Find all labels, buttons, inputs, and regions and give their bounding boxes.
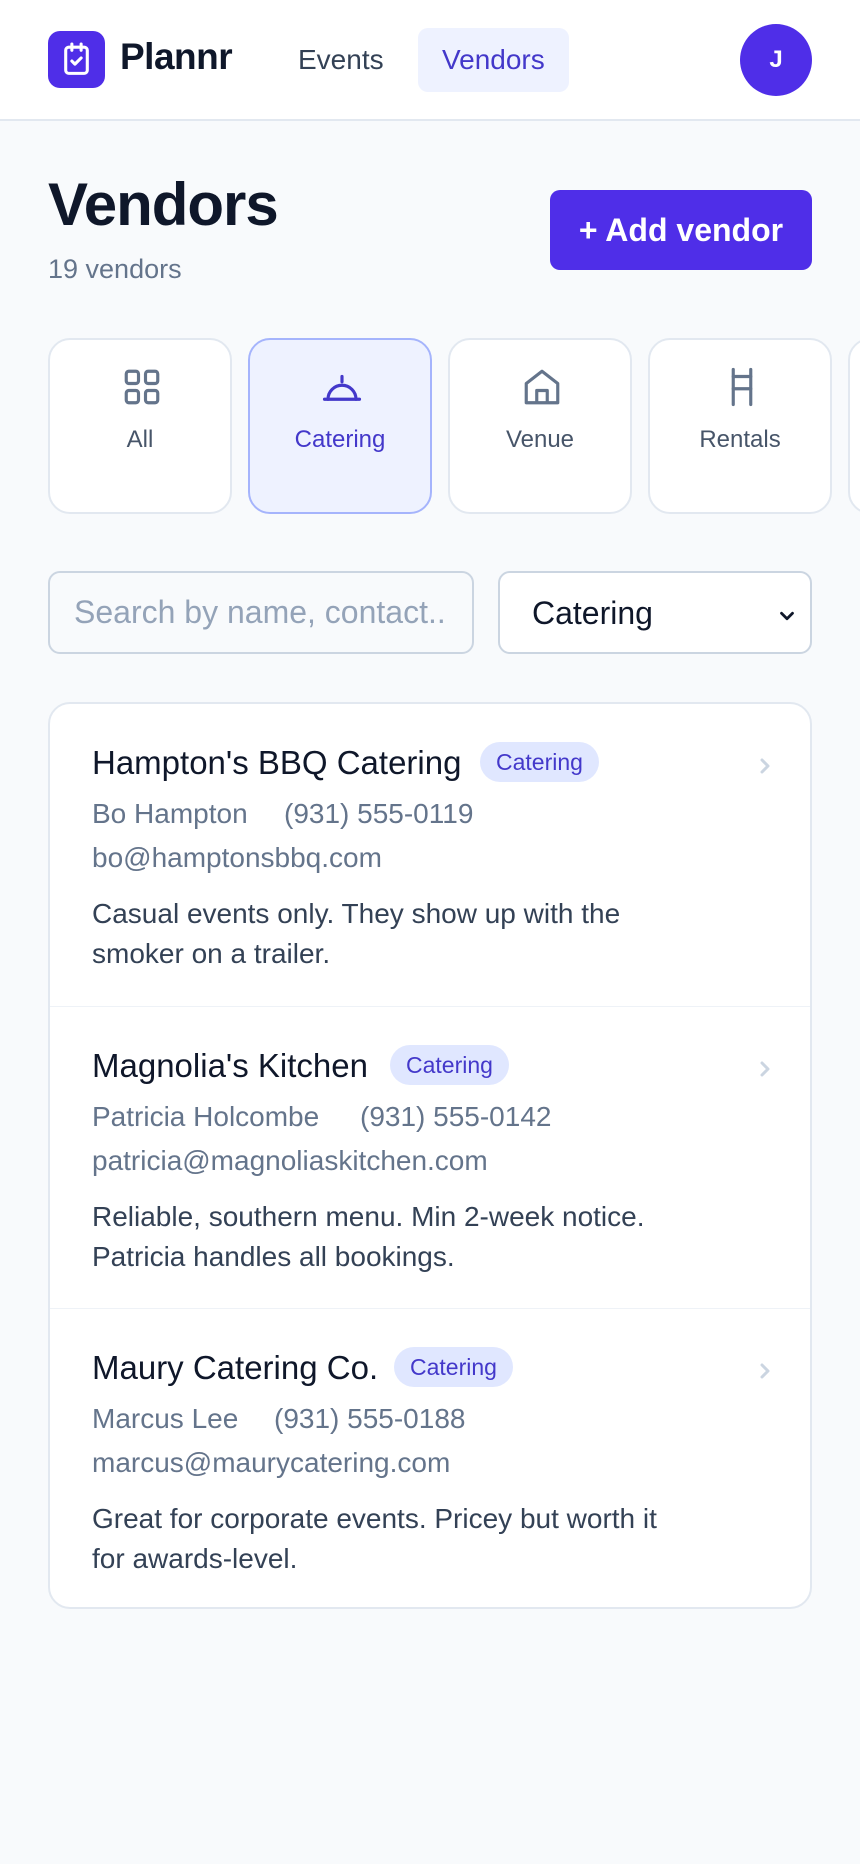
chevron-right-icon xyxy=(760,1061,770,1077)
vendor-note: Great for corporate events. Pricey but w… xyxy=(92,1503,657,1574)
category-select[interactable]: Catering xyxy=(498,571,812,654)
vendor-list: Hampton's BBQ Catering Catering Bo Hampt… xyxy=(48,702,812,1609)
category-badge: Catering xyxy=(480,742,599,782)
category-tabs: All Catering Venue Rentals xyxy=(0,338,860,514)
category-badge: Catering xyxy=(390,1045,509,1085)
vendor-row[interactable]: Magnolia's Kitchen Catering Patricia Hol… xyxy=(50,1006,810,1308)
vendor-email: bo@hamptonsbbq.com xyxy=(92,842,382,873)
category-badge: Catering xyxy=(394,1347,513,1387)
vendor-note: Casual events only. They show up with th… xyxy=(92,898,621,969)
vendor-phone: (931) 555-0119 xyxy=(284,798,474,829)
vendor-note: Reliable, southern menu. Min 2-week noti… xyxy=(92,1201,645,1272)
category-tab-catering[interactable]: Catering xyxy=(248,338,432,514)
category-tab-more[interactable] xyxy=(848,338,860,514)
house-icon xyxy=(524,369,560,405)
vendor-email: patricia@magnoliaskitchen.com xyxy=(92,1145,488,1176)
vendor-count: 19 vendors xyxy=(48,254,182,284)
brand-name: Plannr xyxy=(120,36,233,77)
category-tab-rentals[interactable]: Rentals xyxy=(648,338,832,514)
nav-vendors[interactable]: Vendors xyxy=(418,28,569,92)
add-vendor-button[interactable]: + Add vendor xyxy=(550,190,812,270)
chevron-down-icon xyxy=(780,611,794,621)
vendor-phone: (931) 555-0142 xyxy=(360,1101,552,1132)
vendor-email: marcus@maurycatering.com xyxy=(92,1447,451,1478)
chair-icon xyxy=(731,367,753,407)
category-select-value: Catering xyxy=(532,595,653,631)
page-title: Vendors xyxy=(48,171,279,238)
grid-icon xyxy=(124,369,160,405)
category-label: Venue xyxy=(505,426,575,453)
vendor-name: Magnolia's Kitchen xyxy=(92,1047,368,1084)
vendor-phone: (931) 555-0188 xyxy=(274,1403,466,1434)
category-label: Catering xyxy=(294,426,386,453)
vendor-row[interactable]: Hampton's BBQ Catering Catering Bo Hampt… xyxy=(50,704,810,1006)
user-avatar[interactable]: J xyxy=(740,24,812,96)
cloche-icon xyxy=(322,374,362,401)
vendor-contact: Bo Hampton xyxy=(92,798,248,829)
category-label: Rentals xyxy=(699,426,781,453)
nav-events[interactable]: Events xyxy=(274,28,408,92)
chevron-right-icon xyxy=(760,758,770,774)
vendor-contact: Patricia Holcombe xyxy=(92,1101,320,1132)
app-logo[interactable] xyxy=(48,31,105,88)
category-tab-venue[interactable]: Venue xyxy=(448,338,632,514)
category-label: All xyxy=(126,426,154,453)
top-header: Plannr Events Vendors J xyxy=(0,0,860,121)
vendor-name: Maury Catering Co. xyxy=(92,1349,379,1386)
search-input[interactable] xyxy=(48,571,474,654)
vendor-row[interactable]: Maury Catering Co. Catering Marcus Lee (… xyxy=(50,1308,810,1607)
vendor-name: Hampton's BBQ Catering xyxy=(92,744,462,781)
vendor-contact: Marcus Lee xyxy=(92,1403,239,1434)
category-tab-all[interactable]: All xyxy=(48,338,232,514)
chevron-right-icon xyxy=(760,1363,770,1379)
clipboard-check-icon xyxy=(64,42,89,75)
